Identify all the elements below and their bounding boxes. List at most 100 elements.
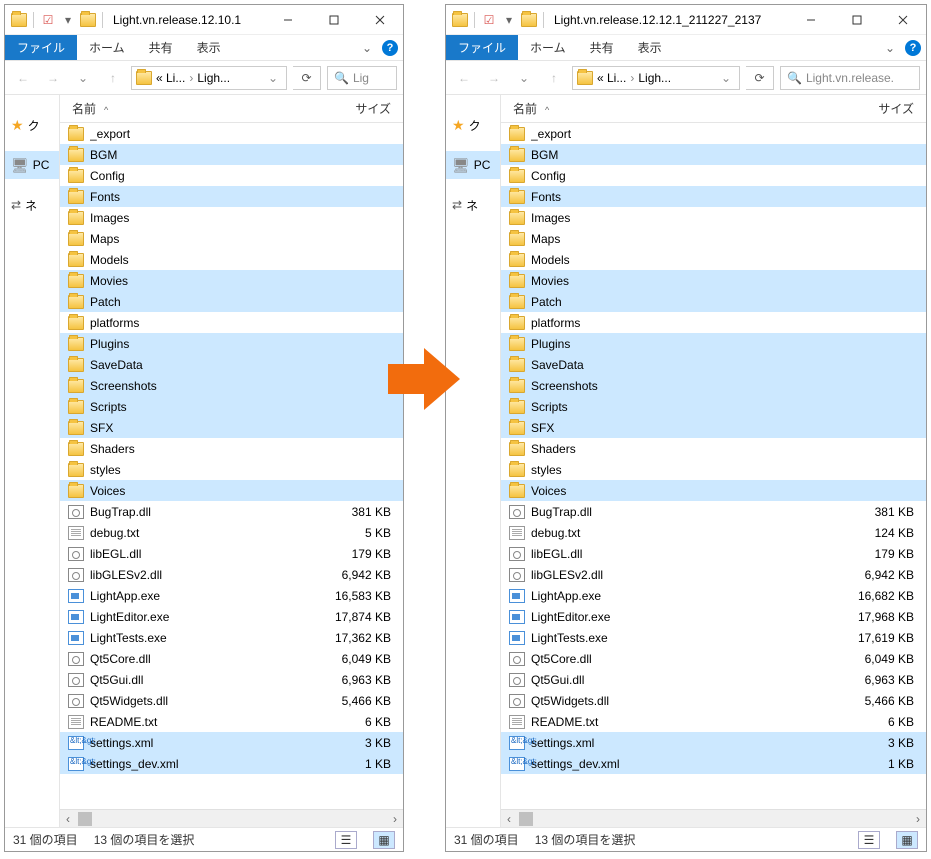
details-view-button[interactable]: ☰: [858, 831, 880, 849]
sidebar-item-network[interactable]: ⇄ネ: [5, 191, 59, 219]
help-button[interactable]: ?: [900, 35, 926, 60]
file-row[interactable]: styles: [501, 459, 926, 480]
file-row[interactable]: Movies: [501, 270, 926, 291]
file-row[interactable]: Qt5Gui.dll6,963 KB: [501, 669, 926, 690]
breadcrumb-part[interactable]: « Li...: [156, 71, 185, 85]
chevron-down-icon[interactable]: ⌄: [268, 71, 278, 85]
column-name[interactable]: 名前^: [501, 100, 846, 117]
help-button[interactable]: ?: [377, 35, 403, 60]
forward-button[interactable]: →: [482, 66, 506, 90]
breadcrumb[interactable]: « Li... › Ligh... ⌄: [131, 66, 287, 90]
tab-share[interactable]: 共有: [137, 35, 185, 60]
file-row[interactable]: Patch: [501, 291, 926, 312]
file-row[interactable]: Shaders: [60, 438, 403, 459]
maximize-button[interactable]: [311, 5, 357, 35]
file-list[interactable]: _exportBGMConfigFontsImagesMapsModelsMov…: [501, 123, 926, 809]
file-row[interactable]: SaveData: [60, 354, 403, 375]
tab-file[interactable]: ファイル: [5, 35, 77, 60]
chevron-right-icon[interactable]: ›: [189, 71, 193, 85]
icons-view-button[interactable]: ▦: [373, 831, 395, 849]
file-row[interactable]: Qt5Core.dll6,049 KB: [60, 648, 403, 669]
breadcrumb[interactable]: « Li... › Ligh... ⌄: [572, 66, 740, 90]
up-button[interactable]: ↑: [542, 66, 566, 90]
recent-dropdown-icon[interactable]: ⌄: [71, 66, 95, 90]
sidebar-item-quick[interactable]: ★ク: [446, 111, 500, 139]
file-row[interactable]: _export: [501, 123, 926, 144]
file-row[interactable]: Fonts: [60, 186, 403, 207]
column-headers[interactable]: 名前^ サイズ: [501, 95, 926, 123]
file-row[interactable]: settings_dev.xml1 KB: [60, 753, 403, 774]
horizontal-scrollbar[interactable]: ‹›: [501, 809, 926, 827]
file-row[interactable]: Config: [501, 165, 926, 186]
file-row[interactable]: Movies: [60, 270, 403, 291]
scroll-thumb[interactable]: [519, 812, 533, 826]
file-row[interactable]: styles: [60, 459, 403, 480]
minimize-button[interactable]: [788, 5, 834, 35]
file-row[interactable]: BGM: [60, 144, 403, 165]
file-row[interactable]: Config: [60, 165, 403, 186]
horizontal-scrollbar[interactable]: ‹›: [60, 809, 403, 827]
search-input[interactable]: 🔍Lig: [327, 66, 397, 90]
file-row[interactable]: debug.txt124 KB: [501, 522, 926, 543]
file-row[interactable]: libEGL.dll179 KB: [501, 543, 926, 564]
file-row[interactable]: SFX: [501, 417, 926, 438]
file-row[interactable]: Models: [501, 249, 926, 270]
file-row[interactable]: BugTrap.dll381 KB: [501, 501, 926, 522]
file-row[interactable]: README.txt6 KB: [501, 711, 926, 732]
file-row[interactable]: libGLESv2.dll6,942 KB: [501, 564, 926, 585]
file-row[interactable]: settings.xml3 KB: [501, 732, 926, 753]
file-row[interactable]: BGM: [501, 144, 926, 165]
chevron-right-icon[interactable]: ›: [630, 71, 634, 85]
check-icon[interactable]: ☑: [39, 11, 57, 29]
tab-home[interactable]: ホーム: [77, 35, 137, 60]
close-button[interactable]: [357, 5, 403, 35]
file-row[interactable]: LightEditor.exe17,968 KB: [501, 606, 926, 627]
sidebar-item-quick[interactable]: ★ク: [5, 111, 59, 139]
file-row[interactable]: Qt5Widgets.dll5,466 KB: [60, 690, 403, 711]
column-headers[interactable]: 名前^ サイズ: [60, 95, 403, 123]
check-icon[interactable]: ☑: [480, 11, 498, 29]
file-row[interactable]: Images: [60, 207, 403, 228]
up-button[interactable]: ↑: [101, 66, 125, 90]
tab-view[interactable]: 表示: [626, 35, 674, 60]
file-row[interactable]: LightApp.exe16,682 KB: [501, 585, 926, 606]
file-row[interactable]: Voices: [501, 480, 926, 501]
file-row[interactable]: SFX: [60, 417, 403, 438]
back-button[interactable]: ←: [452, 66, 476, 90]
file-row[interactable]: Qt5Widgets.dll5,466 KB: [501, 690, 926, 711]
scroll-right-icon[interactable]: ›: [910, 812, 926, 826]
file-row[interactable]: Scripts: [60, 396, 403, 417]
minimize-button[interactable]: [265, 5, 311, 35]
qat-dropdown-icon[interactable]: ▾: [59, 11, 77, 29]
maximize-button[interactable]: [834, 5, 880, 35]
qat-dropdown-icon[interactable]: ▾: [500, 11, 518, 29]
ribbon-expand-icon[interactable]: ⌄: [357, 35, 377, 60]
file-row[interactable]: settings_dev.xml1 KB: [501, 753, 926, 774]
refresh-button[interactable]: ⟳: [746, 66, 774, 90]
file-row[interactable]: BugTrap.dll381 KB: [60, 501, 403, 522]
titlebar[interactable]: ☑ ▾ Light.vn.release.12.12.1_211227_2137: [446, 5, 926, 35]
sidebar-item-pc[interactable]: 🖥PC: [5, 151, 59, 179]
recent-dropdown-icon[interactable]: ⌄: [512, 66, 536, 90]
tab-share[interactable]: 共有: [578, 35, 626, 60]
column-name[interactable]: 名前^: [60, 100, 323, 117]
file-row[interactable]: Screenshots: [501, 375, 926, 396]
scroll-left-icon[interactable]: ‹: [60, 812, 76, 826]
sidebar-item-network[interactable]: ⇄ネ: [446, 191, 500, 219]
file-row[interactable]: platforms: [501, 312, 926, 333]
tab-view[interactable]: 表示: [185, 35, 233, 60]
details-view-button[interactable]: ☰: [335, 831, 357, 849]
search-input[interactable]: 🔍Light.vn.release.: [780, 66, 920, 90]
file-row[interactable]: Maps: [60, 228, 403, 249]
file-row[interactable]: SaveData: [501, 354, 926, 375]
titlebar[interactable]: ☑ ▾ Light.vn.release.12.10.1: [5, 5, 403, 35]
refresh-button[interactable]: ⟳: [293, 66, 321, 90]
file-row[interactable]: Models: [60, 249, 403, 270]
file-row[interactable]: platforms: [60, 312, 403, 333]
column-size[interactable]: サイズ: [323, 100, 403, 117]
file-row[interactable]: Shaders: [501, 438, 926, 459]
sidebar-item-pc[interactable]: 🖥PC: [446, 151, 500, 179]
file-row[interactable]: Scripts: [501, 396, 926, 417]
close-button[interactable]: [880, 5, 926, 35]
file-row[interactable]: Plugins: [60, 333, 403, 354]
